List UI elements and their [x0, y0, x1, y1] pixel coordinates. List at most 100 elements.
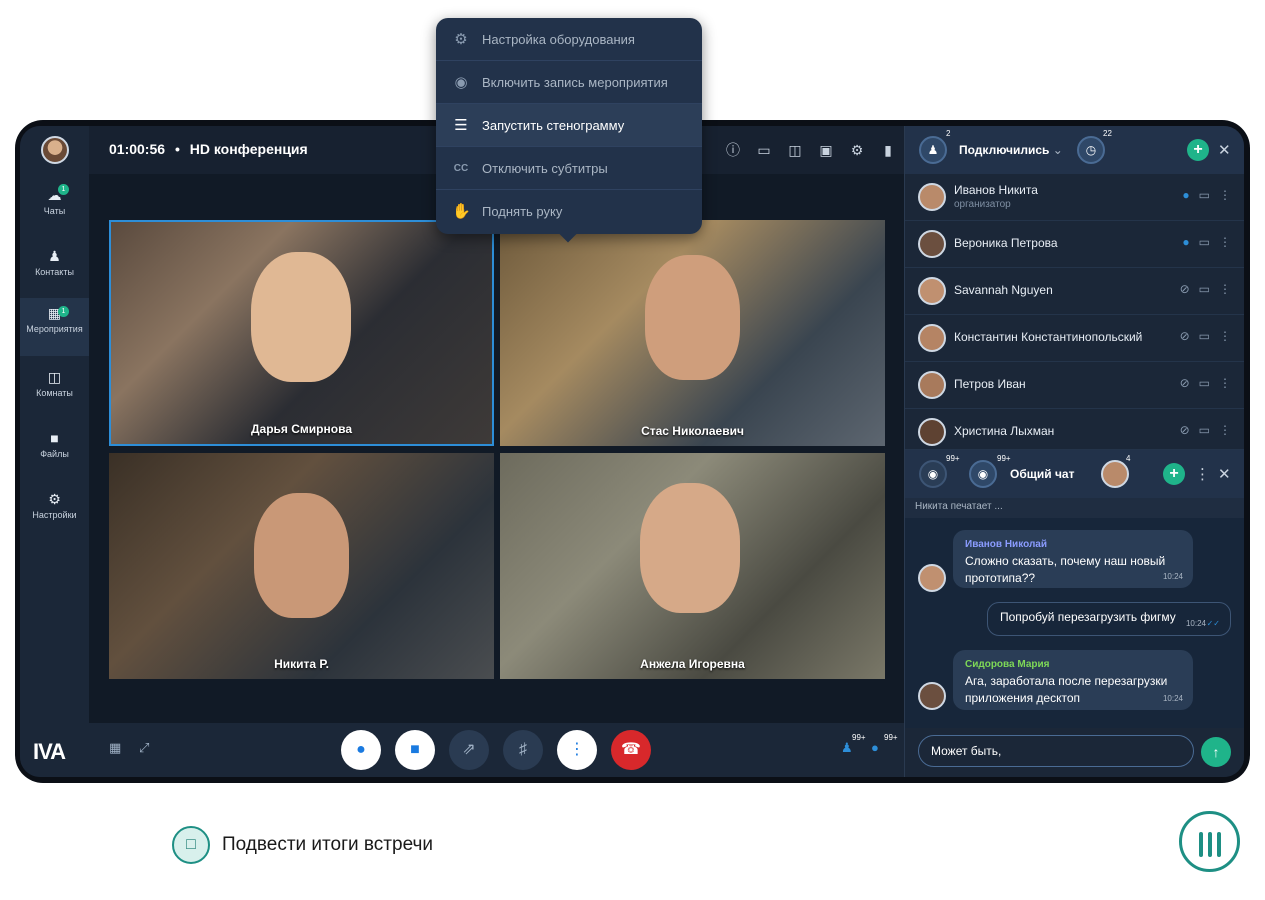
chat-message[interactable]: Сидорова Мария Ага, заработала после пер…	[953, 650, 1193, 710]
record-icon: ◉	[454, 74, 468, 91]
chat-input[interactable]	[918, 735, 1194, 767]
message-time: 10:24	[1162, 694, 1183, 703]
video-tile[interactable]: Анжела Игоревна	[500, 453, 885, 679]
user-avatar[interactable]	[41, 136, 69, 164]
more-options-button[interactable]: ⋮	[557, 730, 597, 770]
more-vertical-icon[interactable]: ⋮	[1219, 423, 1231, 437]
avatar	[918, 324, 946, 352]
microphone-icon: ●	[356, 741, 366, 758]
avatar[interactable]	[1101, 460, 1129, 488]
add-chat-member-button[interactable]: +	[1163, 463, 1185, 485]
hang-up-icon: ☎	[621, 741, 641, 758]
menu-item-disable-subtitles[interactable]: CC Отключить субтитры	[436, 147, 702, 190]
folder-icon[interactable]: ▭	[754, 140, 774, 160]
meeting-header: 01:00:56 • HD конференция	[109, 141, 308, 157]
participant-row[interactable]: Иванов Никита организатор ● ▭ ⋮	[905, 174, 1244, 221]
send-button[interactable]: ↑	[1201, 737, 1231, 767]
microphone-button[interactable]: ●	[341, 730, 381, 770]
more-vertical-icon[interactable]: ⋮	[1219, 235, 1231, 249]
screen-share-icon[interactable]: ◫	[785, 140, 805, 160]
chat-input-bar: ↑	[905, 728, 1244, 777]
sidebar-item-chats[interactable]: ☁ 1 Чаты	[20, 180, 89, 238]
more-vertical-icon[interactable]: ⋮	[1219, 282, 1231, 296]
menu-item-raise-hand[interactable]: ✋ Поднять руку	[436, 190, 702, 233]
info-icon[interactable]: ⓘ	[723, 140, 743, 160]
avatar	[918, 682, 946, 710]
camera-off-icon[interactable]: ▭	[1199, 423, 1210, 437]
connected-dropdown[interactable]: Подключились ⌄	[959, 143, 1063, 157]
sidebar-item-contacts[interactable]: ♟ Контакты	[20, 241, 89, 299]
sidebar-item-settings[interactable]: ⚙ Настройки	[20, 484, 89, 542]
microphone-off-icon[interactable]: ⊘	[1180, 423, 1190, 437]
close-icon[interactable]: ✕	[1218, 465, 1231, 483]
menu-item-label: Запустить стенограмму	[482, 118, 625, 133]
menu-item-start-recording[interactable]: ◉ Включить запись мероприятия	[436, 61, 702, 104]
chat-title: Общий чат	[1010, 467, 1075, 481]
participants-tab-button[interactable]: ♟	[919, 136, 947, 164]
plus-icon: +	[1193, 141, 1203, 158]
video-tile[interactable]: Дарья Смирнова	[109, 220, 494, 446]
gear-icon[interactable]: ⚙	[847, 140, 867, 160]
microphone-on-icon[interactable]: ●	[1182, 188, 1189, 202]
add-participant-button[interactable]: +	[1187, 139, 1209, 161]
sidebar-item-label: Чаты	[43, 206, 66, 216]
menu-item-label: Включить запись мероприятия	[482, 75, 668, 90]
more-vertical-icon[interactable]: ⋮	[1195, 465, 1210, 483]
speaker-mute-button[interactable]: ♯	[503, 730, 543, 770]
microphone-on-icon[interactable]: ●	[1182, 235, 1189, 249]
chats-list-button[interactable]: ◉	[969, 460, 997, 488]
message-time: 10:24	[1185, 619, 1206, 628]
microphone-off-icon[interactable]: ⊘	[1180, 282, 1190, 296]
connected-count: 2	[946, 129, 951, 138]
sidebar-item-label: Контакты	[35, 267, 74, 277]
avatar	[918, 371, 946, 399]
camera-off-icon[interactable]: ▭	[1199, 282, 1210, 296]
waiting-room-button[interactable]: ◷	[1077, 136, 1105, 164]
sidebar-item-label: Настройки	[32, 510, 77, 520]
participant-row[interactable]: Savannah Nguyen ⊘ ▭ ⋮	[905, 268, 1244, 315]
microphone-off-icon[interactable]: ⊘	[1180, 376, 1190, 390]
sidebar-item-files[interactable]: ■ Файлы	[20, 423, 89, 481]
fullscreen-icon[interactable]: ⤢	[139, 740, 149, 756]
grid-layout-icon[interactable]: ▦	[109, 740, 121, 756]
stats-icon[interactable]: ▮	[878, 140, 898, 160]
whiteboard-icon[interactable]: ▣	[816, 140, 836, 160]
gear-icon: ⚙	[454, 31, 468, 48]
waiting-count: 22	[1103, 129, 1112, 138]
more-vertical-icon[interactable]: ⋮	[1219, 376, 1231, 390]
chat-message[interactable]: Иванов Николай Сложно сказать, почему на…	[953, 530, 1193, 588]
participant-row[interactable]: Вероника Петрова ● ▭ ⋮	[905, 221, 1244, 268]
camera-off-icon[interactable]: ▭	[1199, 329, 1210, 343]
camera-off-icon[interactable]: ▭	[1199, 235, 1210, 249]
participant-video	[254, 493, 349, 618]
chat-bubbles-icon: ◉	[977, 467, 989, 481]
more-vertical-icon: ⋮	[569, 741, 585, 758]
screen-share-icon: ⇗	[462, 741, 476, 758]
participant-row[interactable]: Христина Лыхман ⊘ ▭ ⋮	[905, 409, 1244, 450]
sidebar-item-rooms[interactable]: ◫ Комнаты	[20, 362, 89, 420]
participants-icon[interactable]: ♟	[841, 740, 853, 756]
message-text: Ага, заработала после перезагрузки прило…	[965, 674, 1168, 705]
sidebar-item-events[interactable]: ▦ 1 Мероприятия	[20, 298, 89, 356]
participant-row[interactable]: Петров Иван ⊘ ▭ ⋮	[905, 362, 1244, 409]
eye-icon: ◉	[927, 467, 939, 481]
participant-row[interactable]: Константин Константинопольский ⊘ ▭ ⋮	[905, 315, 1244, 362]
chat-icon[interactable]: ●	[871, 740, 879, 755]
menu-item-start-transcript[interactable]: ☰ Запустить стенограмму	[436, 104, 702, 147]
microphone-off-icon[interactable]: ⊘	[1180, 329, 1190, 343]
end-call-button[interactable]: ☎	[611, 730, 651, 770]
chat-message-own[interactable]: Попробуй перезагрузить фигму 10:24 ✓✓	[987, 602, 1231, 636]
chat-header: ◉ 99+ ◉ 99+ Общий чат 4 + ⋮ ✕	[905, 450, 1244, 498]
avatar	[918, 183, 946, 211]
screen-share-button[interactable]: ⇗	[449, 730, 489, 770]
camera-button[interactable]: ■	[395, 730, 435, 770]
more-vertical-icon[interactable]: ⋮	[1219, 329, 1231, 343]
more-vertical-icon[interactable]: ⋮	[1219, 188, 1231, 202]
close-icon[interactable]: ✕	[1218, 141, 1231, 159]
video-tile[interactable]: Стас Николаевич	[500, 220, 885, 446]
camera-off-icon[interactable]: ▭	[1199, 188, 1210, 202]
viewers-button[interactable]: ◉	[919, 460, 947, 488]
camera-off-icon[interactable]: ▭	[1199, 376, 1210, 390]
menu-item-equipment-settings[interactable]: ⚙ Настройка оборудования	[436, 18, 702, 61]
video-tile[interactable]: Никита Р.	[109, 453, 494, 679]
